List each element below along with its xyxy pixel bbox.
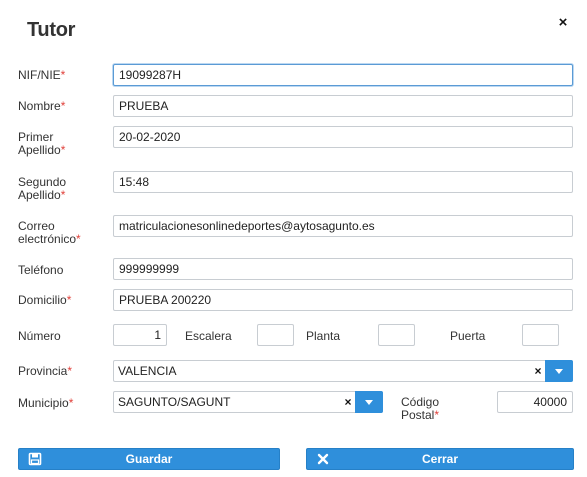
planta-label: Planta xyxy=(306,329,341,343)
domicilio-label: Domicilio* xyxy=(18,293,72,307)
planta-input[interactable] xyxy=(378,324,415,346)
primer-apellido-label: Primer Apellido* xyxy=(18,130,66,157)
dialog-title: Tutor xyxy=(27,19,76,41)
municipio-clear-icon[interactable]: × xyxy=(343,392,353,412)
cerrar-button-label: Cerrar xyxy=(421,452,459,466)
municipio-dropdown-arrow-icon[interactable] xyxy=(355,391,383,413)
nif-label: NIF/NIE* xyxy=(18,68,66,82)
numero-input[interactable] xyxy=(113,324,167,346)
municipio-select[interactable]: SAGUNTO/SAGUNT × xyxy=(113,391,383,413)
codigo-postal-label: Código Postal* xyxy=(401,395,440,422)
provincia-value: VALENCIA xyxy=(118,364,177,378)
guardar-button-label: Guardar xyxy=(125,452,173,466)
telefono-label: Teléfono xyxy=(18,263,64,277)
provincia-dropdown-arrow-icon[interactable] xyxy=(545,360,573,382)
guardar-button[interactable]: Guardar xyxy=(18,448,280,470)
puerta-input[interactable] xyxy=(522,324,559,346)
cerrar-button[interactable]: Cerrar xyxy=(306,448,574,470)
provincia-label: Provincia* xyxy=(18,364,73,378)
correo-label: Correo electrónico* xyxy=(18,219,81,246)
segundo-apellido-input[interactable] xyxy=(113,171,573,193)
provincia-select[interactable]: VALENCIA × xyxy=(113,360,573,382)
puerta-label: Puerta xyxy=(450,329,486,343)
telefono-input[interactable] xyxy=(113,258,573,280)
provincia-clear-icon[interactable]: × xyxy=(533,361,543,381)
escalera-label: Escalera xyxy=(185,329,232,343)
municipio-value: SAGUNTO/SAGUNT xyxy=(118,395,231,409)
nombre-label: Nombre* xyxy=(18,99,66,113)
nombre-input[interactable] xyxy=(113,95,573,117)
nif-input[interactable] xyxy=(113,64,573,86)
primer-apellido-input[interactable] xyxy=(113,126,573,148)
codigo-postal-input[interactable] xyxy=(497,391,573,413)
domicilio-input[interactable] xyxy=(113,289,573,311)
segundo-apellido-label: Segundo Apellido* xyxy=(18,175,67,202)
correo-input[interactable] xyxy=(113,215,573,237)
numero-label: Número xyxy=(18,329,61,343)
municipio-label: Municipio* xyxy=(18,396,74,410)
close-icon[interactable]: × xyxy=(556,14,570,32)
escalera-input[interactable] xyxy=(257,324,294,346)
